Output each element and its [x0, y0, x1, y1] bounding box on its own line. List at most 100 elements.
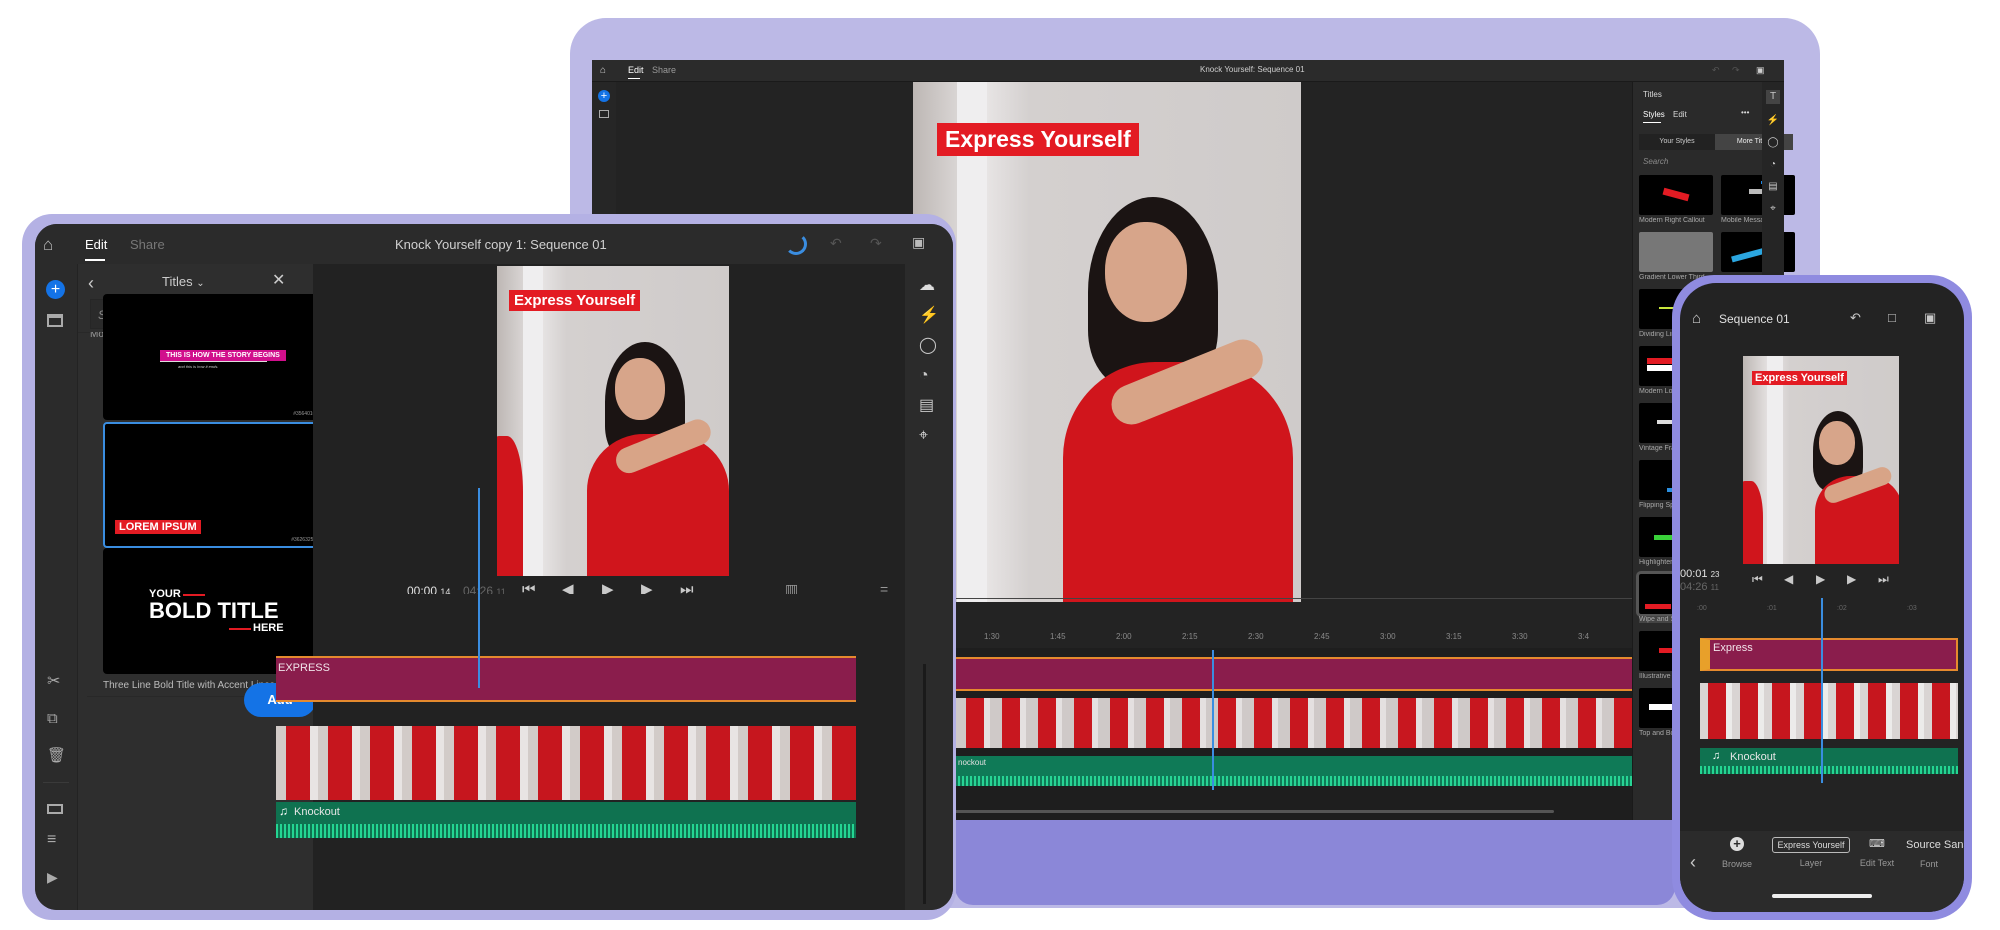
title-thumbnail[interactable]: [1639, 232, 1713, 272]
accent-line: [229, 628, 251, 630]
comment-icon[interactable]: ▣: [1756, 65, 1765, 76]
laptop-title-overlay[interactable]: Express Yourself: [937, 123, 1139, 156]
your-styles-button[interactable]: Your Styles: [1639, 134, 1715, 150]
ruler-tick: :00: [1697, 605, 1707, 612]
panel-tab-edit[interactable]: Edit: [1673, 110, 1687, 119]
duplicate-icon[interactable]: ⧉: [47, 711, 58, 726]
titles-icon[interactable]: T: [1766, 90, 1780, 104]
title-thumbnail-wipe-slide-selected[interactable]: LOREM IPSUM #362632538: [103, 422, 325, 548]
go-to-start-icon[interactable]: ⏮: [1752, 573, 1763, 585]
audio-track-label: Knockout: [294, 806, 340, 818]
tablet-title-overlay[interactable]: Express Yourself: [509, 290, 641, 311]
video-track-clip[interactable]: [276, 726, 856, 800]
export-icon[interactable]: □: [1888, 311, 1896, 324]
tablet-left-toolbar: + ✂ ⧉ 🗑 ≡ ▶: [35, 264, 77, 910]
color-icon[interactable]: ◯: [1766, 138, 1780, 148]
add-media-button[interactable]: +: [46, 280, 65, 299]
title-track-clip[interactable]: EXPRESS: [276, 656, 856, 702]
vertical-scrollbar[interactable]: [923, 664, 926, 904]
panel-title: Titles: [1643, 90, 1662, 99]
phone-video-track-clip[interactable]: [1700, 683, 1958, 739]
phone-top-bar: ⌂ Sequence 01 ↶ □ ▣: [1680, 303, 1964, 337]
color-icon[interactable]: ◯: [919, 338, 937, 354]
redo-icon[interactable]: ↷: [870, 236, 882, 250]
more-options-icon[interactable]: •••: [1741, 108, 1749, 117]
close-icon[interactable]: ✕: [272, 273, 285, 289]
back-icon[interactable]: ‹: [88, 274, 94, 292]
media-bin-icon[interactable]: [47, 314, 63, 327]
play-icon[interactable]: ▶: [1816, 573, 1825, 585]
list-icon[interactable]: ≡: [47, 832, 56, 848]
audio-waveform: [1700, 766, 1958, 774]
media-bin-icon[interactable]: [599, 110, 609, 118]
audio-icon[interactable]: ▤: [919, 398, 934, 414]
redo-icon[interactable]: ↷: [1732, 65, 1740, 76]
step-back-icon[interactable]: ◀: [1784, 573, 1793, 585]
music-note-icon: ♫: [1712, 750, 1721, 762]
title-thumbnail-stylish-crisscross[interactable]: THIS IS HOW THE STORY BEGINS and this is…: [103, 294, 325, 420]
phone-app-window: ⌂ Sequence 01 ↶ □ ▣ Express Yourself 00:…: [1680, 283, 1964, 912]
comment-icon[interactable]: ▣: [912, 235, 925, 249]
laptop-audio-track-clip[interactable]: nockout: [954, 756, 1632, 786]
step-forward-icon[interactable]: ▶: [1847, 573, 1856, 585]
music-note-icon: ♫: [279, 804, 288, 818]
titles-dropdown[interactable]: Titles ⌄: [162, 274, 205, 289]
window-title: Knock Yourself copy 1: Sequence 01: [395, 237, 607, 252]
phone-playhead[interactable]: [1821, 598, 1823, 783]
split-clip-icon[interactable]: ✂: [47, 674, 60, 690]
toolbar-browse[interactable]: + Browse: [1714, 837, 1760, 870]
speed-icon[interactable]: ◔: [919, 368, 929, 384]
keyboard-icon: ⌨: [1869, 838, 1885, 850]
home-icon[interactable]: ⌂: [600, 65, 606, 76]
phone-title-track-clip[interactable]: Express: [1700, 638, 1958, 671]
laptop-video-track-clip[interactable]: [954, 698, 1632, 748]
transitions-icon[interactable]: ⚡: [1766, 116, 1780, 126]
undo-icon[interactable]: ↶: [830, 236, 842, 250]
undo-icon[interactable]: ↶: [1850, 311, 1861, 324]
home-icon[interactable]: ⌂: [43, 236, 53, 253]
laptop-title-track-clip[interactable]: [954, 657, 1632, 691]
tab-share[interactable]: Share: [652, 65, 676, 75]
back-icon[interactable]: ‹: [1690, 853, 1696, 871]
delete-icon[interactable]: 🗑: [47, 748, 66, 763]
window-title: Sequence 01: [1719, 312, 1790, 326]
speed-icon[interactable]: ◔: [1766, 160, 1780, 170]
phone-title-overlay[interactable]: Express Yourself: [1752, 371, 1847, 385]
panel-search-input[interactable]: Search: [1643, 157, 1668, 166]
ruler-tick: :01: [1767, 605, 1777, 612]
title-track-label: Express: [1713, 642, 1753, 654]
crop-icon[interactable]: ⌖: [1766, 204, 1780, 214]
toolbar-edit-text[interactable]: ⌨ Edit Text: [1854, 837, 1900, 868]
add-media-icon[interactable]: +: [598, 90, 610, 102]
tab-share[interactable]: Share: [130, 237, 165, 252]
toolbar-font[interactable]: Source Sans P Font: [1906, 839, 1964, 869]
tablet-app-window: ⌂ Edit Share Knock Yourself copy 1: Sequ…: [35, 224, 953, 910]
laptop-timeline-scrollbar[interactable]: [954, 810, 1554, 813]
go-to-end-icon[interactable]: ⏭: [1878, 573, 1889, 585]
titles-icon[interactable]: ☁: [919, 278, 935, 294]
phone-audio-track-clip[interactable]: ♫ Knockout: [1700, 748, 1958, 774]
ruler-tick: 2:45: [1314, 632, 1330, 641]
ruler-tick: :02: [1837, 605, 1847, 612]
title-thumbnail[interactable]: [1639, 175, 1713, 215]
crop-icon[interactable]: ⌖: [919, 428, 928, 444]
audio-waveform: [276, 824, 856, 838]
playhead[interactable]: [478, 488, 480, 688]
archive-icon[interactable]: [47, 804, 63, 814]
undo-icon[interactable]: ↶: [1712, 65, 1720, 76]
home-icon[interactable]: ⌂: [1692, 311, 1701, 326]
transitions-icon[interactable]: ⚡: [919, 308, 939, 324]
laptop-playhead[interactable]: [1212, 650, 1214, 790]
tab-edit[interactable]: Edit: [85, 237, 107, 252]
add-track-icon[interactable]: ▶: [47, 870, 58, 884]
toolbar-layer[interactable]: Express Yourself Layer: [1772, 837, 1850, 868]
audio-track-label: nockout: [958, 758, 987, 767]
comment-icon[interactable]: ▣: [1924, 311, 1936, 324]
panel-tab-styles[interactable]: Styles: [1643, 110, 1665, 119]
audio-icon[interactable]: ▤: [1766, 182, 1780, 192]
audio-track-clip[interactable]: ♫ Knockout: [276, 802, 856, 838]
tab-edit[interactable]: Edit: [628, 65, 644, 75]
tab-underline: [85, 259, 105, 261]
ruler-tick: 2:30: [1248, 632, 1264, 641]
thumbnail-text: HERE: [253, 622, 284, 634]
